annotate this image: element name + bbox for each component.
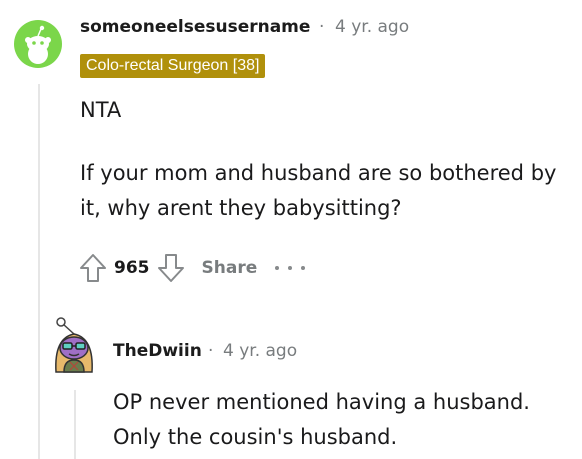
comment-username[interactable]: someoneelsesusername	[80, 17, 310, 37]
upvote-button[interactable]	[76, 250, 110, 286]
comment-thread-line[interactable]	[38, 84, 40, 459]
reply-user-avatar[interactable]	[50, 312, 98, 376]
comment-paragraph: NTA	[80, 98, 122, 122]
vote-score: 965	[114, 258, 150, 278]
reply-meta-separator: ·	[208, 341, 214, 361]
arrow-up-icon	[80, 254, 106, 282]
reply-timestamp[interactable]: 4 yr. ago	[223, 341, 297, 361]
reply-username[interactable]: TheDwiin	[113, 341, 202, 361]
more-options-icon[interactable]	[275, 258, 306, 278]
comment-action-bar: 965 Share	[76, 250, 306, 286]
comment-paragraph: If your mom and husband are so bothered …	[80, 161, 557, 220]
reply-paragraph: OP never mentioned having a husband. Onl…	[113, 390, 530, 449]
user-flair: Colo-rectal Surgeon [38]	[80, 54, 266, 78]
reply-thread-line[interactable]	[74, 390, 76, 459]
arrow-down-icon	[157, 254, 184, 282]
comment-meta-separator: ·	[319, 17, 325, 37]
snoo-avatar-icon	[55, 317, 93, 373]
downvote-button[interactable]	[154, 250, 188, 286]
comment-timestamp[interactable]: 4 yr. ago	[335, 17, 409, 37]
snoo-avatar-icon	[14, 20, 62, 68]
share-button[interactable]: Share	[202, 258, 258, 278]
user-avatar[interactable]	[14, 20, 62, 68]
